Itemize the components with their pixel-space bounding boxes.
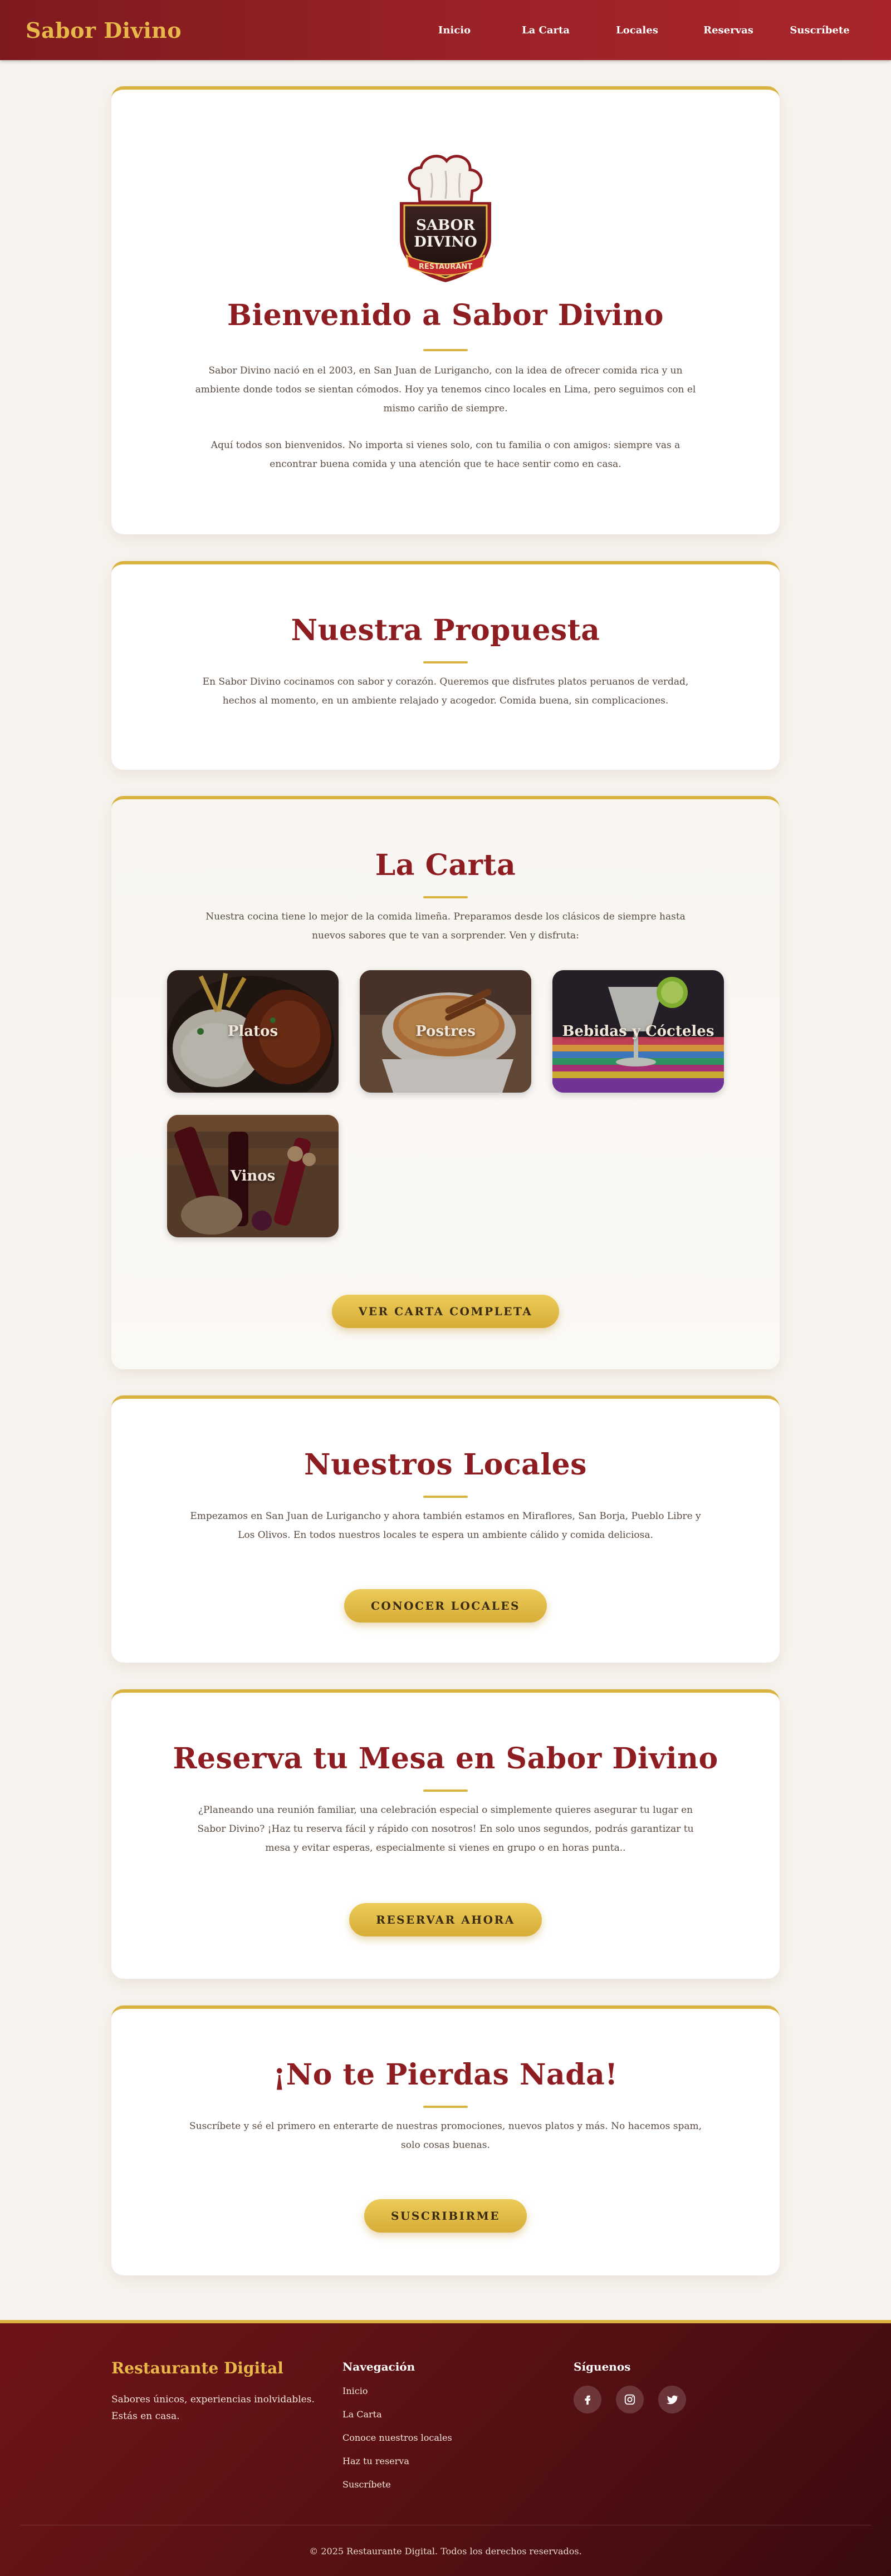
nav-link-reservas[interactable]: Reservas [683, 24, 774, 36]
newsletter-text: Suscríbete y sé el primero en enterarte … [111, 2117, 780, 2155]
footer-link-locales[interactable]: Conoce nuestros locales [342, 2432, 452, 2443]
text-line: solo cosas buenas. [401, 2140, 490, 2151]
text-line: Suscríbete y sé el primero en enterarte … [189, 2121, 702, 2132]
menu-category-postres[interactable]: Postres [360, 970, 531, 1093]
text-line: Estás en casa. [111, 2411, 180, 2422]
text-line: En Sabor Divino cocinamos con sabor y co… [202, 676, 689, 687]
top-navbar: Sabor Divino Inicio La Carta Locales Res… [0, 0, 891, 60]
view-locations-button[interactable]: Conocer Locales [344, 1589, 547, 1623]
tile-label: Bebidas y Cócteles [562, 1023, 714, 1040]
welcome-paragraph-2: Aquí todos son bienvenidos. No importa s… [111, 436, 780, 474]
footer-link-la-carta[interactable]: La Carta [342, 2409, 382, 2420]
footer-brand: Restaurante Digital [111, 2359, 283, 2377]
text-line: Sabor Divino? ¡Haz tu reserva fácil y rá… [197, 1823, 694, 1835]
text-line: Aquí todos son bienvenidos. No importa s… [210, 440, 681, 451]
facebook-icon[interactable] [574, 2386, 601, 2413]
text-line: mismo cariño de siempre. [383, 403, 508, 414]
footer-tagline: Sabores únicos, experiencias inolvidable… [111, 2391, 323, 2425]
divider [423, 2106, 468, 2108]
welcome-title: Bienvenido a Sabor Divino [227, 298, 664, 332]
text-line: ambiente donde todos se sientan cómodos.… [195, 384, 696, 395]
nav-link-suscribete[interactable]: Suscríbete [774, 24, 865, 36]
text-line: Sabor Divino nació en el 2003, en San Ju… [208, 365, 683, 376]
divider [423, 1790, 468, 1792]
divider [423, 896, 468, 898]
proposal-text: En Sabor Divino cocinamos con sabor y co… [111, 672, 780, 710]
restaurant-logo: SABOR DIVINO RESTAURANT [400, 155, 491, 282]
logo-ribbon-text: RESTAURANT [419, 263, 472, 271]
newsletter-button-wrap: Suscribirme [111, 2199, 780, 2233]
tile-label: Postres [415, 1023, 476, 1040]
twitter-icon[interactable] [658, 2386, 686, 2413]
nav-link-inicio[interactable]: Inicio [409, 24, 500, 36]
brand-logo-text[interactable]: Sabor Divino [26, 18, 182, 43]
text-line: Sabores únicos, experiencias inolvidable… [111, 2394, 315, 2405]
nav-link-la-carta[interactable]: La Carta [500, 24, 591, 36]
locations-button-wrap: Conocer Locales [111, 1589, 780, 1623]
reservation-section: Reserva tu Mesa en Sabor Divino ¿Planean… [111, 1689, 780, 1979]
footer-nav-title: Navegación [342, 2360, 415, 2373]
text-line: nuevos sabores que te van a sorprender. … [312, 930, 579, 941]
text-line: encontrar buena comida y una atención qu… [270, 459, 621, 470]
logo-text-bottom: DIVINO [414, 234, 477, 250]
subscribe-button[interactable]: Suscribirme [364, 2199, 527, 2233]
divider [423, 1496, 468, 1498]
main-nav: Inicio La Carta Locales Reservas Suscríb… [409, 24, 865, 36]
text-line: Los Olivos. En todos nuestros locales te… [238, 1530, 653, 1541]
menu-category-bebidas[interactable]: Bebidas y Cócteles [552, 970, 724, 1093]
divider [423, 661, 468, 663]
footer-social-title: Síguenos [574, 2360, 631, 2373]
reserve-now-button[interactable]: Reservar Ahora [349, 1903, 542, 1936]
welcome-paragraph-1: Sabor Divino nació en el 2003, en San Ju… [111, 361, 780, 418]
text-line: hechos al momento, en un ambiente relaja… [222, 695, 669, 706]
menu-title: La Carta [375, 848, 516, 882]
text-line: Empezamos en San Juan de Lurigancho y ah… [190, 1511, 701, 1522]
reservation-button-wrap: Reservar Ahora [111, 1903, 780, 1936]
text-line: mesa y evitar esperas, especialmente si … [265, 1842, 626, 1854]
divider [423, 349, 468, 351]
newsletter-title: ¡No te Pierdas Nada! [273, 2058, 618, 2092]
view-full-menu-button[interactable]: Ver Carta Completa [331, 1295, 560, 1328]
footer-link-reserva[interactable]: Haz tu reserva [342, 2456, 409, 2466]
proposal-title: Nuestra Propuesta [291, 613, 600, 647]
reservation-title: Reserva tu Mesa en Sabor Divino [173, 1742, 718, 1776]
locations-text: Empezamos en San Juan de Lurigancho y ah… [111, 1507, 780, 1545]
proposal-section: Nuestra Propuesta En Sabor Divino cocina… [111, 561, 780, 770]
copyright-text: © 2025 Restaurante Digital. Todos los de… [309, 2546, 582, 2557]
tile-label: Platos [227, 1023, 278, 1040]
menu-category-vinos[interactable]: Vinos [167, 1115, 339, 1237]
footer-link-inicio[interactable]: Inicio [342, 2386, 368, 2396]
reservation-text: ¿Planeando una reunión familiar, una cel… [111, 1801, 780, 1857]
logo-text-top: SABOR [416, 217, 475, 234]
locations-title: Nuestros Locales [304, 1448, 587, 1482]
nav-link-locales[interactable]: Locales [591, 24, 683, 36]
welcome-section: SABOR DIVINO RESTAURANT Bienvenido a Sab… [111, 86, 780, 534]
menu-section: La Carta Nuestra cocina tiene lo mejor d… [111, 796, 780, 1369]
menu-button-wrap: Ver Carta Completa [111, 1295, 780, 1328]
instagram-icon[interactable] [616, 2386, 644, 2413]
footer-link-suscribete[interactable]: Suscríbete [342, 2479, 391, 2490]
newsletter-section: ¡No te Pierdas Nada! Suscríbete y sé el … [111, 2005, 780, 2275]
text-line: ¿Planeando una reunión familiar, una cel… [198, 1805, 693, 1816]
menu-text: Nuestra cocina tiene lo mejor de la comi… [111, 907, 780, 945]
locations-section: Nuestros Locales Empezamos en San Juan d… [111, 1395, 780, 1663]
text-line: Nuestra cocina tiene lo mejor de la comi… [205, 911, 686, 922]
tile-label: Vinos [230, 1168, 276, 1184]
menu-category-platos[interactable]: Platos [167, 970, 339, 1093]
site-footer: Restaurante Digital Sabores únicos, expe… [0, 2320, 891, 2576]
